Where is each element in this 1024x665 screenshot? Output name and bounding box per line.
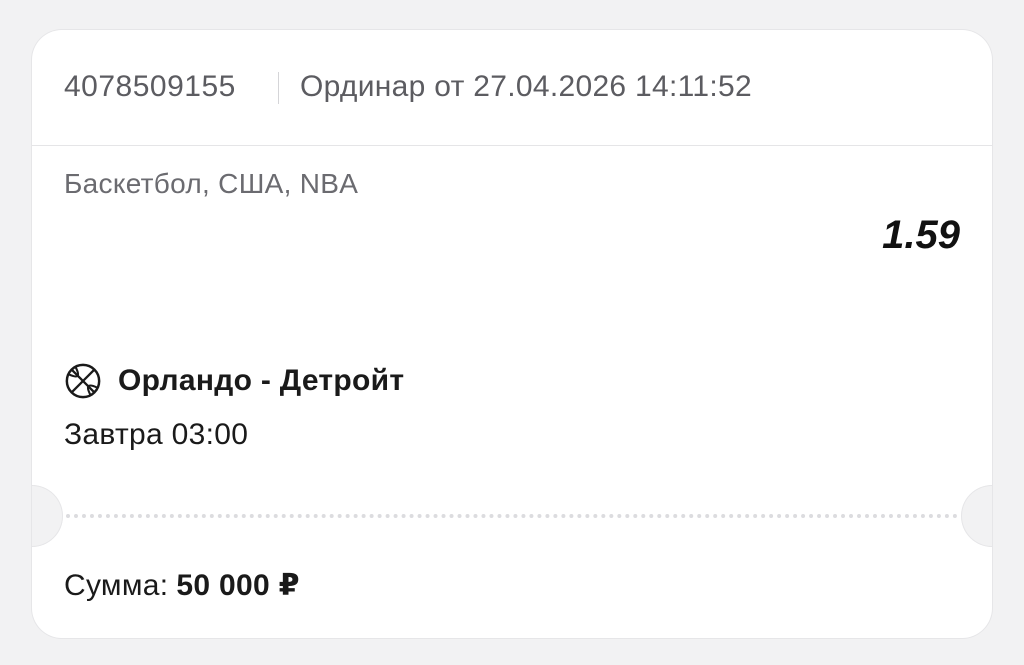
bet-type-date: Ординар от 27.04.2026 14:11:52 — [300, 70, 752, 103]
basketball-icon — [65, 363, 101, 399]
event-time: Завтра 03:00 — [64, 418, 249, 451]
ticket-notch-left — [32, 485, 63, 547]
ticket-notch-right — [961, 485, 992, 547]
sum-label: Сумма: — [64, 569, 169, 602]
ticket-header: 4078509155 Ординар от 27.04.2026 14:11:5… — [32, 30, 992, 146]
bet-id: 4078509155 — [64, 70, 236, 103]
header-divider — [278, 72, 279, 104]
perforation-divider — [66, 514, 958, 518]
sum-value: 50 000 ₽ — [176, 569, 300, 602]
event-row[interactable]: Орландо - Детройт — [64, 362, 404, 400]
league-label: Баскетбол, США, NBA — [64, 168, 359, 199]
bet-ticket-card[interactable]: 4078509155 Ординар от 27.04.2026 14:11:5… — [32, 30, 992, 638]
sum-row: Сумма: 50 000 ₽ — [64, 568, 300, 603]
event-name: Орландо - Детройт — [118, 364, 405, 397]
odds-value: 1.59 — [882, 213, 960, 257]
